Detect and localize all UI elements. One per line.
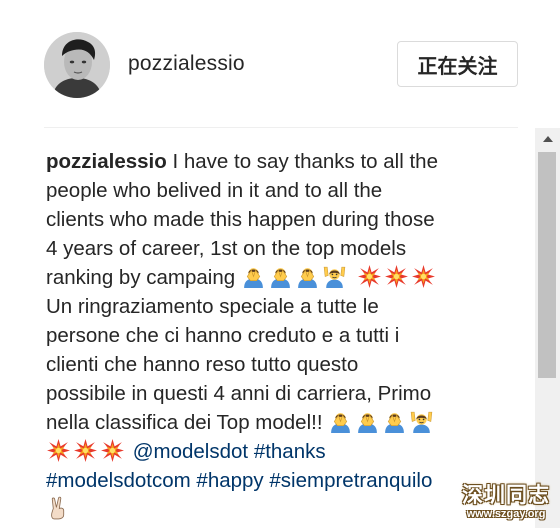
collision-emoji bbox=[411, 264, 436, 289]
caption-line bbox=[46, 495, 518, 524]
watermark-logo: 深圳同志 www.szgay.org bbox=[454, 482, 558, 526]
caption-line: @modelsdot #thanks bbox=[46, 437, 518, 466]
praying-person-emoji bbox=[382, 409, 407, 434]
scrollbar-thumb[interactable] bbox=[538, 152, 556, 378]
following-button[interactable]: 正在关注 bbox=[397, 41, 518, 87]
praying-person-emoji bbox=[295, 264, 320, 289]
raising-hands-person-emoji bbox=[409, 409, 434, 434]
scroll-up-arrow-icon[interactable] bbox=[535, 128, 560, 150]
praying-person-emoji bbox=[355, 409, 380, 434]
caption-line: clienti che hanno reso tutto questo bbox=[46, 353, 359, 376]
post-header: pozzialessio 正在关注 bbox=[0, 0, 560, 128]
hashtag-link[interactable]: #thanks bbox=[254, 440, 326, 463]
collision-emoji bbox=[73, 438, 98, 463]
caption-line: Un ringraziamento speciale a tutte le bbox=[46, 295, 379, 318]
collision-emoji bbox=[357, 264, 382, 289]
caption-line: pozzialessio I have to say thanks to all… bbox=[46, 150, 438, 173]
caption-line: #modelsdotcom #happy #siempretranquilo bbox=[46, 466, 518, 495]
praying-person-emoji bbox=[328, 409, 353, 434]
watermark-url: www.szgay.org bbox=[466, 508, 546, 520]
hashtag-link[interactable]: #modelsdotcom bbox=[46, 469, 191, 492]
caption-line: nella classifica dei Top model!! bbox=[46, 408, 518, 437]
collision-emoji bbox=[100, 438, 125, 463]
header-divider bbox=[44, 127, 518, 128]
caption-line: possibile in questi 4 anni di carriera, … bbox=[46, 382, 432, 405]
caption-line: clients who made this happen during thos… bbox=[46, 208, 435, 231]
watermark-title: 深圳同志 bbox=[462, 483, 550, 507]
hashtag-link[interactable]: #happy bbox=[196, 469, 263, 492]
caption-line: persone che ci hanno creduto e a tutti i bbox=[46, 324, 400, 347]
mention-link[interactable]: @modelsdot bbox=[133, 440, 248, 463]
caption-line: ranking by campaing bbox=[46, 263, 518, 292]
avatar[interactable] bbox=[44, 32, 110, 98]
post-caption: pozzialessio I have to say thanks to all… bbox=[46, 147, 518, 524]
praying-person-emoji bbox=[268, 264, 293, 289]
collision-emoji bbox=[384, 264, 409, 289]
raising-hands-person-emoji bbox=[322, 264, 347, 289]
praying-person-emoji bbox=[241, 264, 266, 289]
caption-line: people who belived in it and to all the bbox=[46, 179, 383, 202]
caption-username[interactable]: pozzialessio bbox=[46, 150, 167, 173]
hashtag-link[interactable]: #siempretranquilo bbox=[269, 469, 432, 492]
post-username[interactable]: pozzialessio bbox=[128, 52, 245, 76]
victory-hand-emoji bbox=[46, 496, 71, 521]
vertical-scrollbar[interactable] bbox=[535, 128, 560, 528]
collision-emoji bbox=[46, 438, 71, 463]
caption-line: 4 years of career, 1st on the top models bbox=[46, 237, 407, 260]
